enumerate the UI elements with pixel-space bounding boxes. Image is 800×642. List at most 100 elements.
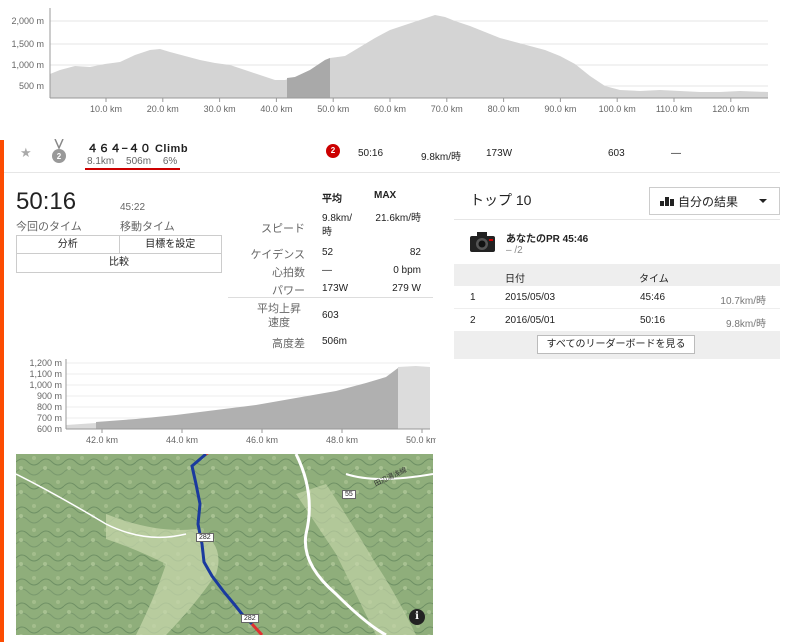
row-time: 45:46 — [640, 292, 666, 303]
heartrate-avg: — — [322, 265, 332, 276]
pr-title: あなたのPR 45:46 — [506, 234, 589, 245]
x-tick-label: 44.0 km — [166, 435, 198, 445]
segment-hr: — — [671, 148, 681, 159]
set-goal-button[interactable]: 目標を設定 — [119, 235, 222, 254]
y-tick-label: 1,500 m — [11, 39, 44, 49]
y-tick-label: 1,000 m — [11, 60, 44, 70]
segment-elevation-chart[interactable]: 1,200 m 1,100 m 1,000 m 900 m 800 m 700 m 600 … — [16, 355, 438, 450]
avg-header: 平均 — [322, 194, 342, 205]
x-tick-label: 40.0 km — [260, 104, 292, 114]
x-tick-label: 90.0 km — [544, 104, 576, 114]
compare-button[interactable]: 比較 — [16, 254, 222, 273]
activity-elevation-chart[interactable]: 2,000 m 1,500 m 1,000 m 500 m 10.0 km 20.0 k… — [0, 0, 800, 125]
cadence-max: 82 — [409, 247, 421, 258]
row-speed: 10.7km/時 — [720, 296, 766, 307]
segment-vam: 603 — [608, 148, 625, 159]
road-label-282: 282 — [196, 533, 214, 542]
segment-underline — [85, 168, 180, 170]
heartrate-label: 心拍数 — [272, 267, 305, 279]
road-label-282-b: 282 — [241, 614, 259, 623]
leaderboard-row[interactable]: 2 2016/05/01 50:16 9.8km/時 — [454, 309, 780, 332]
view-all-leaderboards-button[interactable]: すべてのリーダーボードを見る — [537, 335, 695, 354]
y-tick-label: 500 m — [19, 81, 44, 91]
y-tick-label: 800 m — [37, 402, 62, 412]
x-tick-label: 100.0 km — [599, 104, 636, 114]
row-date: 2016/05/01 — [505, 315, 556, 326]
elapsed-time: 50:16 — [16, 188, 77, 215]
y-tick-label: 2,000 m — [11, 16, 44, 26]
segment-speed: 9.8km/時 — [421, 152, 462, 163]
svg-text:2: 2 — [57, 152, 62, 161]
heartrate-max: 0 bpm — [393, 265, 421, 276]
speed-max: 21.6km/時 — [375, 213, 421, 224]
speed-label: スピード — [261, 223, 305, 235]
rank-badge: 2 — [326, 144, 340, 158]
detail-chart-after — [398, 366, 430, 429]
segment-row[interactable]: ★ 2 ４６４−４０ Climb 8.1km 506m 6% 2 50:16 9… — [4, 135, 780, 173]
x-tick-label: 110.0 km — [656, 104, 692, 114]
x-tick-label: 20.0 km — [147, 104, 179, 114]
segment-power: 173W — [486, 148, 513, 159]
results-filter-label: 自分の結果 — [678, 194, 739, 209]
y-tick-label: 700 m — [37, 413, 62, 423]
moving-time-label: 移動タイム — [120, 221, 175, 233]
segment-time: 50:16 — [358, 148, 384, 159]
moving-time: 45:22 — [120, 202, 146, 213]
row-rank: 1 — [470, 292, 476, 303]
analysis-button[interactable]: 分析 — [16, 235, 120, 254]
vam-value: 603 — [322, 310, 339, 321]
cadence-label: ケイデンス — [250, 249, 305, 261]
col-date: 日付 — [505, 274, 525, 285]
selected-segment-accent — [0, 140, 4, 642]
x-tick-label: 50.0 km — [317, 104, 349, 114]
x-tick-label: 50.0 km — [406, 435, 436, 445]
x-tick-label: 42.0 km — [86, 435, 118, 445]
star-icon[interactable]: ★ — [20, 145, 32, 161]
route-map[interactable]: 55 282 282 田辺湯浅線 i — [16, 454, 433, 635]
segment-grade: 6% — [162, 156, 178, 167]
row-rank: 2 — [470, 315, 476, 326]
max-header: MAX — [374, 190, 397, 201]
x-tick-label: 60.0 km — [374, 104, 406, 114]
action-buttons: 分析 目標を設定 比較 — [16, 235, 222, 273]
y-tick-label: 600 m — [37, 424, 62, 434]
row-time: 50:16 — [640, 315, 666, 326]
bar-chart-icon — [660, 196, 674, 206]
road-label-55: 55 — [342, 490, 356, 499]
x-tick-label: 70.0 km — [431, 104, 463, 114]
power-avg: 173W — [322, 283, 349, 294]
segment-distance: 8.1km — [87, 156, 115, 167]
personal-record: あなたのPR 45:46 – /2 — [454, 219, 780, 264]
power-max: 279 W — [392, 283, 421, 294]
top-chart-highlight — [287, 58, 330, 98]
stats-divider — [228, 297, 433, 298]
detail-chart-climb-area — [96, 368, 398, 429]
elevation-gain-value: 506m — [322, 336, 348, 347]
vam-label: 平均上昇速度 — [257, 303, 301, 329]
x-tick-label: 48.0 km — [326, 435, 358, 445]
y-tick-label: 1,200 m — [29, 358, 62, 368]
map-info-icon[interactable]: i — [409, 609, 425, 625]
elevation-gain-label: 高度差 — [272, 338, 305, 350]
row-date: 2015/05/03 — [505, 292, 556, 303]
segment-summary: 8.1km 506m 6% — [87, 156, 186, 167]
leaderboard-header: 日付 タイム — [454, 264, 780, 286]
power-label: パワー — [272, 285, 305, 297]
x-tick-label: 10.0 km — [90, 104, 122, 114]
detail-chart-before — [66, 423, 96, 429]
y-tick-label: 1,100 m — [29, 369, 62, 379]
segment-name[interactable]: ４６４−４０ Climb — [87, 140, 188, 156]
x-tick-label: 46.0 km — [246, 435, 278, 445]
results-filter-dropdown[interactable]: 自分の結果 — [649, 187, 780, 215]
leaderboard-row[interactable]: 1 2015/05/03 45:46 10.7km/時 — [454, 286, 780, 309]
y-tick-label: 900 m — [37, 391, 62, 401]
chevron-down-icon — [759, 199, 767, 203]
row-speed: 9.8km/時 — [725, 319, 766, 330]
x-tick-label: 120.0 km — [712, 104, 749, 114]
elapsed-time-label: 今回のタイム — [16, 221, 82, 233]
pr-subtitle: – /2 — [506, 245, 523, 256]
cadence-avg: 52 — [322, 247, 334, 258]
top10-title: トップ 10 — [470, 192, 532, 208]
speed-avg: 9.8km/時 — [322, 213, 353, 238]
y-tick-label: 1,000 m — [29, 380, 62, 390]
